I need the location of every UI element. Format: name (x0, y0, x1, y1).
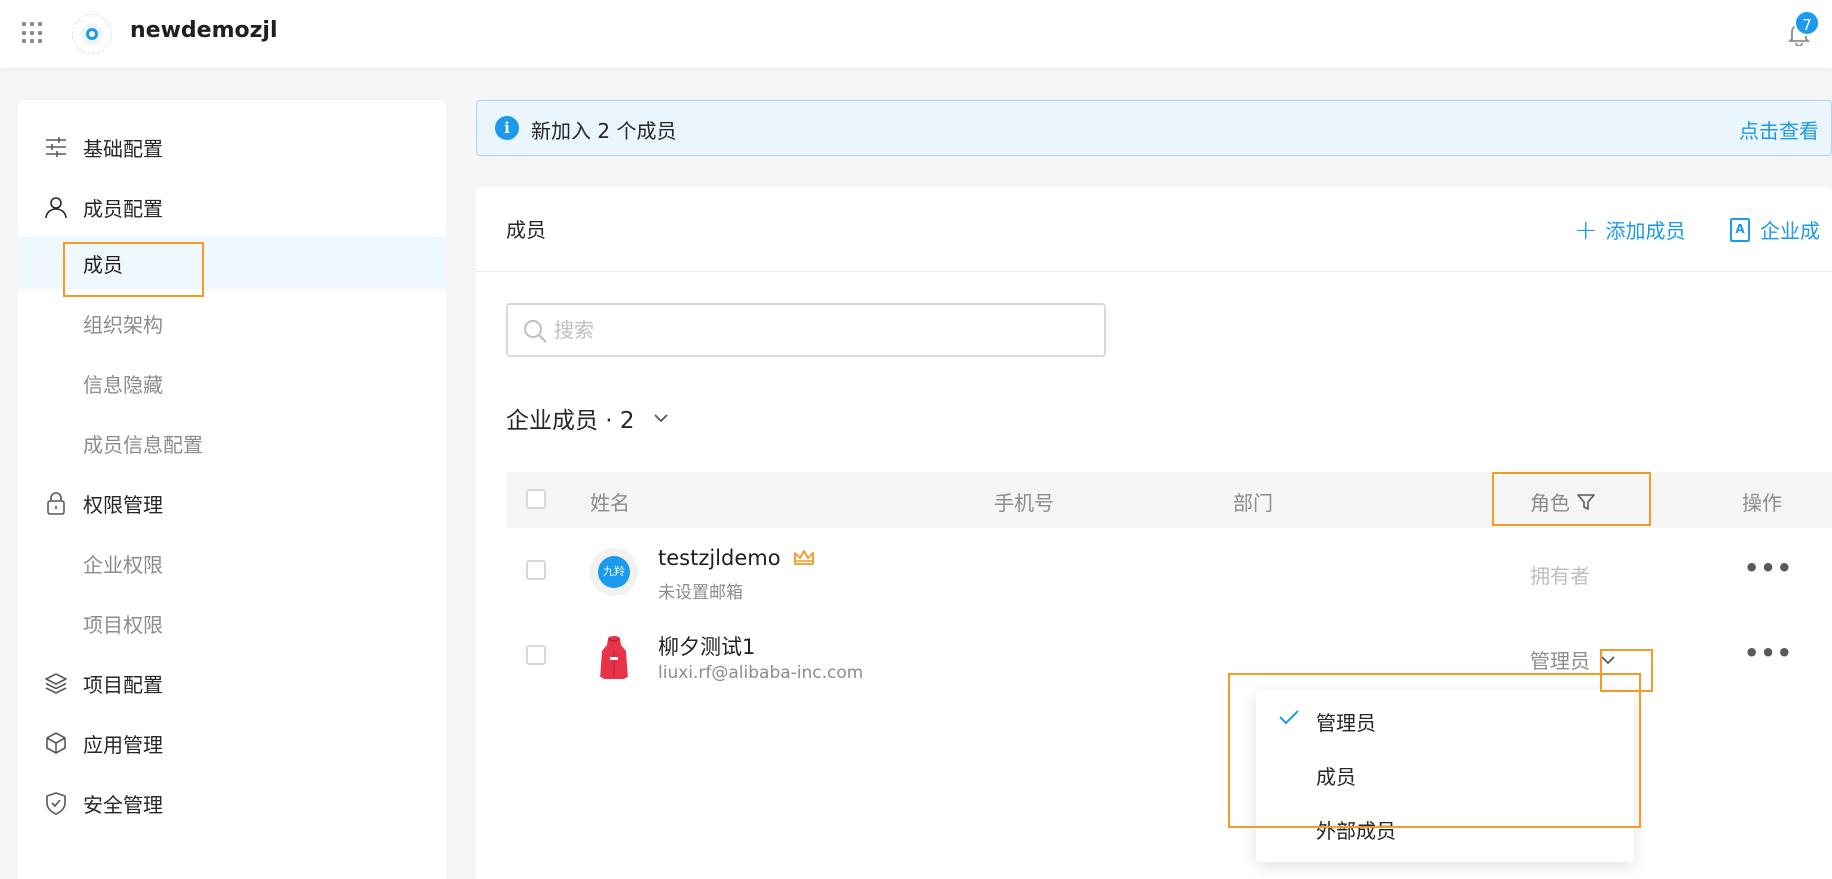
sidebar-item-member-info-config[interactable]: 成员信息配置 (18, 417, 446, 469)
role-select-value: 管理员 (1530, 649, 1590, 673)
add-member-label: 添加成员 (1605, 219, 1686, 243)
sidebar-item-label: 成员配置 (83, 196, 163, 221)
notice-view-link[interactable]: 点击查看 (1739, 115, 1819, 144)
row-checkbox[interactable] (526, 645, 546, 665)
avatar-text: 九羚 (598, 556, 630, 588)
sidebar-item-label: 成员信息配置 (83, 432, 203, 457)
sidebar-item-label: 应用管理 (83, 732, 163, 757)
sidebar-item-project-config[interactable]: 项目配置 (18, 657, 446, 709)
member-email: liuxi.rf@alibaba-inc.com (658, 663, 864, 683)
sidebar-item-project-permission[interactable]: 项目权限 (18, 597, 446, 649)
column-role[interactable]: 角色 (1530, 487, 1596, 516)
page-title: 成员 (506, 218, 546, 242)
search-box[interactable] (506, 303, 1106, 357)
table-row: 九羚 testzjldemo 未设置邮箱 拥有者 ••• (506, 534, 1832, 618)
column-role-label: 角色 (1530, 491, 1570, 515)
sidebar-item-label: 成员 (83, 252, 123, 277)
sidebar-item-enterprise-permission[interactable]: 企业权限 (18, 537, 446, 589)
row-checkbox[interactable] (526, 560, 546, 580)
table-row: 柳夕测试1 liuxi.rf@alibaba-inc.com 管理员 ••• (506, 619, 1832, 703)
member-name: testzjldemo (658, 546, 815, 570)
column-department: 部门 (1233, 491, 1273, 515)
sidebar-item-label: 项目配置 (83, 672, 163, 697)
table-header: 姓名 手机号 部门 角色 操作 (506, 472, 1832, 528)
avatar: 九羚 (590, 548, 638, 596)
sidebar-item-label: 安全管理 (83, 792, 163, 817)
member-filter-dropdown[interactable]: 企业成员 · 2 (506, 401, 669, 435)
sidebar-item-permission-mgmt[interactable]: 权限管理 (18, 477, 446, 529)
shield-icon (43, 790, 69, 816)
member-name-text: testzjldemo (658, 546, 781, 570)
member-name-text: 柳夕测试1 (658, 635, 756, 659)
sidebar-item-info-hiding[interactable]: 信息隐藏 (18, 357, 446, 409)
role-dropdown-menu: 管理员 成员 外部成员 (1256, 690, 1634, 862)
top-bar: newdemozjl 7 (0, 0, 1832, 68)
more-actions-icon[interactable]: ••• (1744, 639, 1793, 667)
role-option-external-member[interactable]: 外部成员 (1256, 802, 1634, 854)
sidebar-item-label: 组织架构 (83, 312, 163, 337)
more-actions-icon[interactable]: ••• (1744, 554, 1793, 582)
lock-icon (43, 490, 69, 516)
role-option-label: 外部成员 (1316, 819, 1396, 843)
sidebar-item-label: 权限管理 (83, 492, 163, 517)
sidebar-item-label: 基础配置 (83, 136, 163, 161)
search-input[interactable] (554, 315, 1074, 345)
crown-icon (793, 550, 814, 565)
chevron-down-icon[interactable] (1600, 655, 1616, 665)
sidebar-item-label: 企业权限 (83, 552, 163, 577)
enterprise-members-button[interactable]: A 企业成 (1730, 215, 1820, 244)
cube-icon (43, 730, 69, 756)
member-name: 柳夕测试1 (658, 631, 755, 661)
select-all-checkbox[interactable] (526, 489, 546, 509)
app-logo (72, 14, 112, 54)
member-count-title: 企业成员 · 2 (506, 408, 635, 434)
divider (476, 271, 1832, 272)
sidebar-item-label: 信息隐藏 (83, 372, 163, 397)
notice-bar: i 新加入 2 个成员 点击查看 (476, 100, 1832, 156)
role-option-label: 管理员 (1316, 711, 1376, 735)
sidebar: 基础配置 成员配置 成员 组织架构 信息隐藏 成员信息配置 权限管理 企业权限 … (18, 100, 446, 879)
sidebar-item-app-mgmt[interactable]: 应用管理 (18, 717, 446, 769)
layers-icon (43, 670, 69, 696)
app-grid-icon[interactable] (22, 22, 44, 44)
column-actions: 操作 (1742, 491, 1782, 515)
column-name: 姓名 (590, 491, 630, 515)
role-option-label: 成员 (1316, 765, 1356, 789)
contact-book-icon: A (1730, 217, 1750, 242)
add-member-button[interactable]: + 添加成员 (1574, 215, 1685, 244)
sidebar-item-org-structure[interactable]: 组织架构 (18, 297, 446, 349)
role-option-admin[interactable]: 管理员 (1256, 694, 1634, 746)
info-icon: i (495, 116, 519, 140)
sidebar-item-basic-config[interactable]: 基础配置 (18, 121, 446, 173)
member-role: 拥有者 (1530, 564, 1590, 588)
sidebar-item-label: 项目权限 (83, 612, 163, 637)
role-option-member[interactable]: 成员 (1256, 748, 1634, 800)
role-select[interactable]: 管理员 (1530, 645, 1616, 674)
chevron-down-icon (653, 414, 668, 423)
notification-badge: 7 (1794, 10, 1820, 36)
check-icon (1279, 710, 1299, 725)
column-phone: 手机号 (994, 491, 1054, 515)
user-icon (43, 194, 69, 220)
enterprise-members-label: 企业成 (1760, 219, 1820, 243)
avatar (600, 636, 628, 679)
member-email: 未设置邮箱 (658, 583, 743, 603)
plus-icon: + (1574, 212, 1598, 246)
app-title: newdemozjl (130, 18, 278, 43)
notice-text: 新加入 2 个成员 (531, 119, 677, 143)
search-icon (524, 320, 547, 343)
sidebar-item-member-config[interactable]: 成员配置 (18, 181, 446, 233)
sidebar-item-members[interactable]: 成员 (18, 237, 446, 289)
filter-icon[interactable] (1576, 492, 1596, 512)
sliders-icon (43, 134, 69, 160)
sidebar-item-security-mgmt[interactable]: 安全管理 (18, 777, 446, 829)
